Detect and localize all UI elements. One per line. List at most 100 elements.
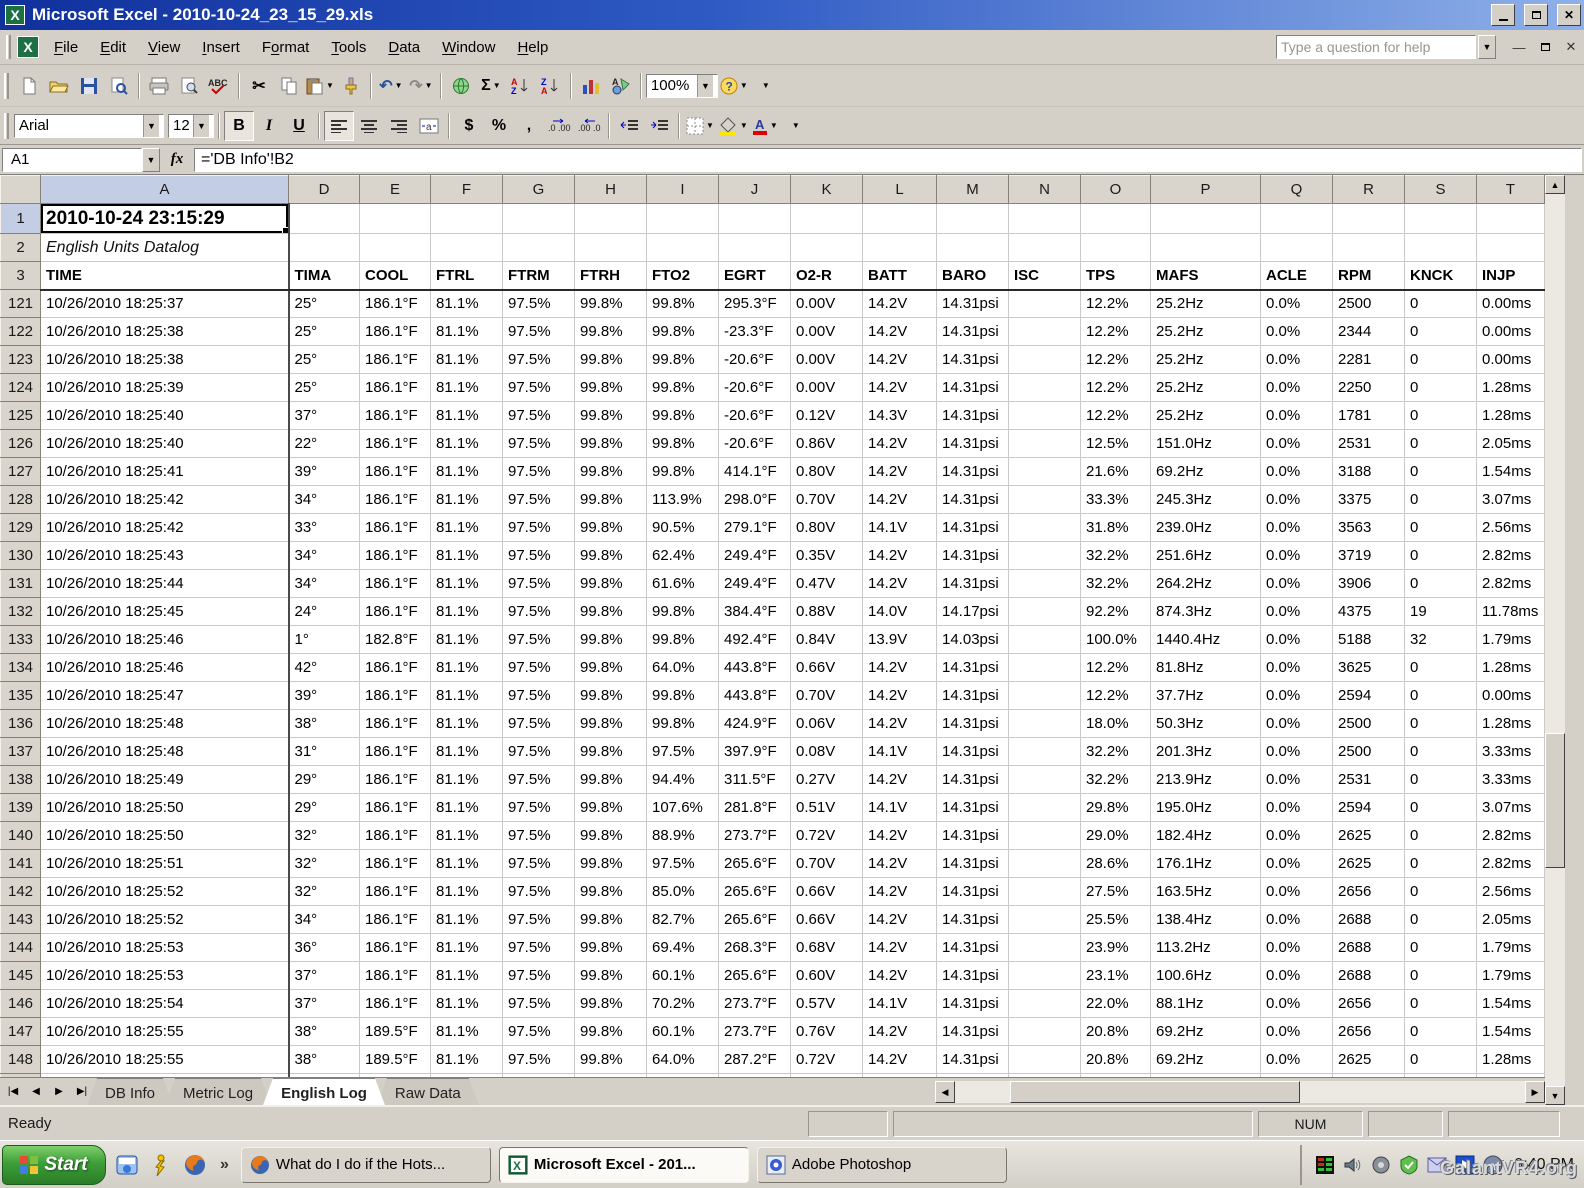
cell[interactable]: 27.5% xyxy=(1080,877,1151,906)
cell[interactable]: 0.0% xyxy=(1260,1017,1333,1046)
sort-descending-icon[interactable]: ZA xyxy=(536,71,566,101)
column-header-G[interactable]: G xyxy=(502,175,575,204)
cell[interactable] xyxy=(1404,233,1477,262)
taskbar-button-excel[interactable]: X Microsoft Excel - 201... xyxy=(498,1146,749,1183)
cell[interactable]: 14.2V xyxy=(862,1017,937,1046)
cell[interactable]: 0.0% xyxy=(1260,933,1333,962)
cell[interactable] xyxy=(502,203,575,234)
cell[interactable]: 10/26/2010 18:25:43 xyxy=(40,541,290,570)
cell[interactable]: 14.1V xyxy=(862,513,937,542)
cell[interactable]: 273.7°F xyxy=(718,989,791,1018)
cell[interactable]: 25° xyxy=(288,373,360,402)
cell[interactable]: 10/26/2010 18:25:48 xyxy=(40,709,290,738)
cell[interactable]: 10/26/2010 18:25:44 xyxy=(40,569,290,598)
cell[interactable]: 186.1°F xyxy=(359,877,431,906)
cell[interactable]: 14.31psi xyxy=(936,653,1009,682)
cell[interactable]: 0.84V xyxy=(790,625,863,654)
cell[interactable]: 14.31psi xyxy=(936,933,1009,962)
cell[interactable]: 14.31psi xyxy=(936,513,1009,542)
cell[interactable] xyxy=(502,233,575,262)
cell[interactable]: 25.2Hz xyxy=(1150,317,1261,346)
cell[interactable]: 0.0% xyxy=(1260,569,1333,598)
cell[interactable]: 97.5% xyxy=(502,485,575,514)
cell[interactable]: 0.76V xyxy=(790,1017,863,1046)
chevron-down-icon[interactable]: ▼ xyxy=(193,114,209,137)
cell[interactable]: 100.0% xyxy=(1080,625,1151,654)
cell[interactable]: 97.5% xyxy=(502,1045,575,1074)
paste-icon[interactable]: ▼ xyxy=(304,71,336,101)
horizontal-scrollbar[interactable]: ◀ ▶ xyxy=(935,1081,1545,1103)
chart-wizard-icon[interactable] xyxy=(576,71,606,101)
cell[interactable]: 0.08V xyxy=(790,737,863,766)
cell[interactable]: 113.9% xyxy=(646,485,719,514)
cell[interactable]: 14.1V xyxy=(862,989,937,1018)
cell[interactable]: 14.2V xyxy=(862,961,937,990)
cell[interactable]: 25° xyxy=(288,289,360,318)
cell[interactable] xyxy=(1008,457,1081,486)
cell[interactable]: 10/26/2010 18:25:40 xyxy=(40,401,290,430)
cell[interactable]: 186.1°F xyxy=(359,821,431,850)
cell[interactable]: 22.0% xyxy=(1080,989,1151,1018)
cell[interactable]: 92.2% xyxy=(1080,597,1151,626)
cell[interactable]: 0.0% xyxy=(1260,317,1333,346)
menu-help[interactable]: Help xyxy=(506,35,559,60)
cell[interactable]: 19 xyxy=(1404,597,1477,626)
cell[interactable]: 2656 xyxy=(1332,989,1405,1018)
row-header[interactable]: 147 xyxy=(0,1017,41,1046)
cell[interactable]: 32.2% xyxy=(1080,765,1151,794)
cell[interactable] xyxy=(1008,961,1081,990)
cell[interactable]: 2250 xyxy=(1332,373,1405,402)
cell[interactable]: 189.5°F xyxy=(359,1045,431,1074)
cell[interactable]: 21.6% xyxy=(1080,457,1151,486)
cell[interactable] xyxy=(430,203,503,234)
cell[interactable] xyxy=(359,203,431,234)
cell[interactable]: 2500 xyxy=(1332,709,1405,738)
cell[interactable]: 10/26/2010 18:25:38 xyxy=(40,345,290,374)
cell[interactable]: 0.88V xyxy=(790,597,863,626)
row-header[interactable]: 135 xyxy=(0,681,41,710)
decrease-indent-icon[interactable] xyxy=(614,111,644,141)
row-header[interactable]: 123 xyxy=(0,345,41,374)
cell[interactable]: 0.0% xyxy=(1260,821,1333,850)
cell[interactable]: 2531 xyxy=(1332,429,1405,458)
scroll-up-icon[interactable]: ▲ xyxy=(1545,175,1565,194)
row-header[interactable]: 131 xyxy=(0,569,41,598)
cell[interactable]: 0.0% xyxy=(1260,989,1333,1018)
cell[interactable]: 10/26/2010 18:25:50 xyxy=(40,793,290,822)
comma-icon[interactable]: , xyxy=(514,111,544,141)
cell[interactable]: 0.0% xyxy=(1260,793,1333,822)
cell[interactable]: 1.79ms xyxy=(1476,961,1545,990)
cell[interactable]: 97.5% xyxy=(502,821,575,850)
cell[interactable]: 0 xyxy=(1404,317,1477,346)
row-header[interactable]: 129 xyxy=(0,513,41,542)
cell[interactable]: 69.4% xyxy=(646,933,719,962)
cell[interactable]: 34° xyxy=(288,541,360,570)
cell[interactable]: 0 xyxy=(1404,457,1477,486)
cell[interactable]: 311.5°F xyxy=(718,765,791,794)
cell[interactable]: 249.4°F xyxy=(718,569,791,598)
cell[interactable]: 874.3Hz xyxy=(1150,597,1261,626)
cell[interactable]: 0.47V xyxy=(790,569,863,598)
cell[interactable]: 99.8% xyxy=(574,597,647,626)
row-header[interactable]: 126 xyxy=(0,429,41,458)
cell[interactable]: 32.2% xyxy=(1080,569,1151,598)
cell[interactable]: 99.8% xyxy=(646,289,719,318)
print-preview-icon[interactable] xyxy=(174,71,204,101)
cell[interactable] xyxy=(936,203,1009,234)
cell[interactable]: 268.3°F xyxy=(718,933,791,962)
cell[interactable]: 186.1°F xyxy=(359,709,431,738)
scroll-down-icon[interactable]: ▼ xyxy=(1545,1086,1565,1105)
cell[interactable]: 97.5% xyxy=(502,373,575,402)
cell[interactable]: 273.7°F xyxy=(718,821,791,850)
cell[interactable]: 186.1°F xyxy=(359,429,431,458)
workbook-minimize-button[interactable]: — xyxy=(1508,36,1530,58)
cell[interactable]: 0.0% xyxy=(1260,709,1333,738)
toolbar-grip[interactable] xyxy=(4,72,9,99)
cell[interactable]: 186.1°F xyxy=(359,765,431,794)
vertical-scrollbar-thumb[interactable] xyxy=(1545,733,1565,868)
cell[interactable]: 99.8% xyxy=(574,653,647,682)
cell[interactable]: 2656 xyxy=(1332,1017,1405,1046)
cell[interactable]: 10/26/2010 18:25:42 xyxy=(40,513,290,542)
cell[interactable]: 0.00ms xyxy=(1476,317,1545,346)
cell[interactable]: 81.1% xyxy=(430,513,503,542)
